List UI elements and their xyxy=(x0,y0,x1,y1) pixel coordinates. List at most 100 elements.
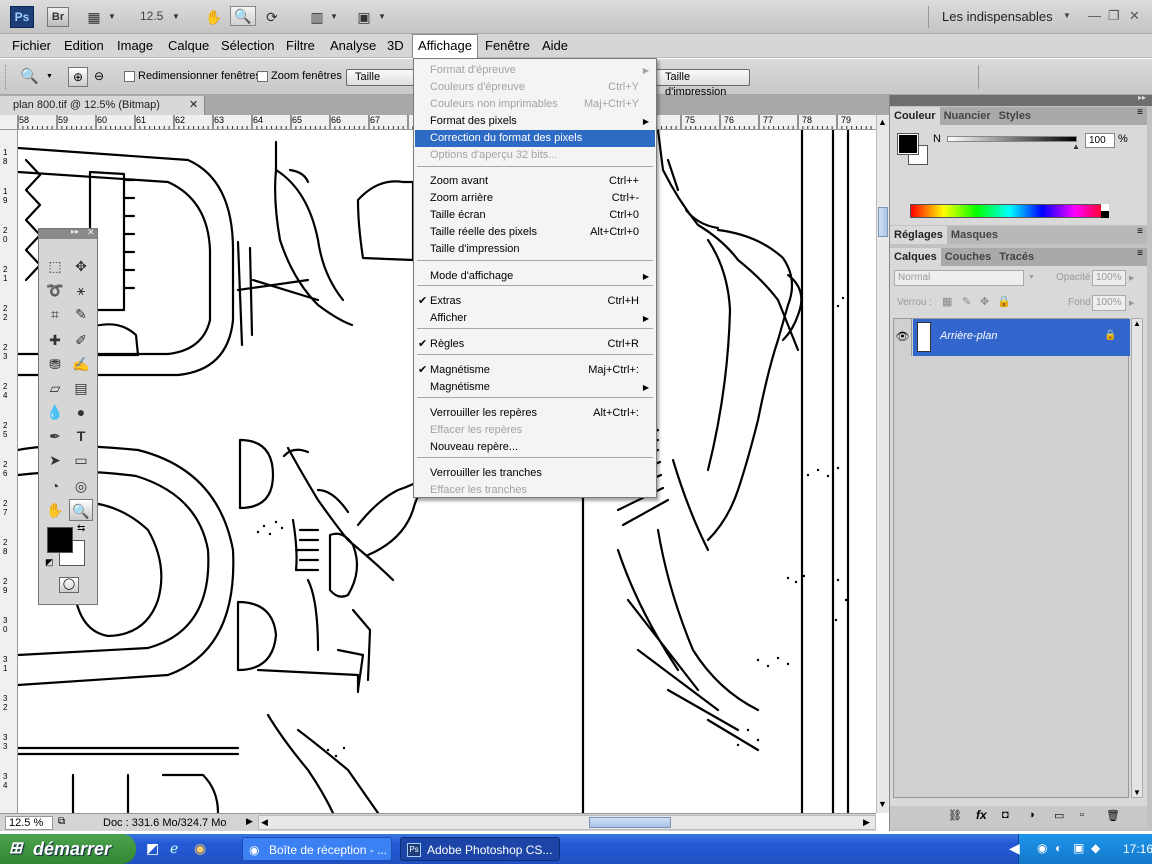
horizontal-scrollbar[interactable]: ◀ ▶ xyxy=(258,815,876,830)
slider-handle-icon[interactable]: ▲ xyxy=(1072,142,1080,151)
scroll-up-icon[interactable]: ▲ xyxy=(1133,319,1141,328)
resize-windows-option[interactable]: Redimensionner fenêtres xyxy=(124,70,261,82)
menu-item[interactable]: ✔ Magnétisme Maj+Ctrl+: xyxy=(415,362,655,379)
tab-couches[interactable]: Couches xyxy=(941,248,995,266)
fill-input[interactable]: 100% xyxy=(1092,295,1126,311)
eraser-tool-icon[interactable]: ▱ xyxy=(43,377,67,399)
type-tool-icon[interactable]: T xyxy=(69,425,93,447)
launch-bridge-button[interactable]: Br xyxy=(47,7,69,27)
workspace-switcher[interactable]: Les indispensables xyxy=(942,9,1053,24)
scroll-down-icon[interactable]: ▼ xyxy=(878,799,887,809)
layer-name[interactable]: Arrière-plan xyxy=(940,330,997,342)
menu-item[interactable]: Correction du format des pixels xyxy=(415,130,655,147)
adjustment-layer-icon[interactable]: ◑ xyxy=(1028,809,1035,821)
resize-windows-checkbox[interactable] xyxy=(124,70,135,82)
collapse-icon[interactable]: ▸▸ xyxy=(71,227,79,236)
scroll-up-icon[interactable]: ▲ xyxy=(878,117,887,127)
hand-tool-icon[interactable]: ✋ xyxy=(202,7,226,27)
add-mask-icon[interactable]: ◘ xyxy=(1002,809,1009,821)
lock-transparent-icon[interactable]: ▦ xyxy=(942,295,952,308)
new-layer-icon[interactable]: ▫ xyxy=(1080,809,1084,821)
marquee-tool-icon[interactable]: ⬚ xyxy=(43,255,67,277)
menu-calque[interactable]: Calque xyxy=(163,34,214,58)
menu-item[interactable]: Mode d'affichage ▶ xyxy=(415,268,655,285)
lock-position-icon[interactable]: ✥ xyxy=(980,295,989,308)
menu-item[interactable]: Taille écran Ctrl+0 xyxy=(415,207,655,224)
zoom-dropdown-icon[interactable]: ▼ xyxy=(170,7,182,27)
scroll-left-icon[interactable]: ◀ xyxy=(261,817,268,828)
restore-icon[interactable]: ❐ xyxy=(1108,8,1120,24)
show-desktop-icon[interactable]: ◩ xyxy=(146,840,159,857)
scroll-thumb[interactable] xyxy=(878,207,888,237)
gradient-tool-icon[interactable]: ▤ xyxy=(69,377,93,399)
menu-filtre[interactable]: Filtre xyxy=(281,34,320,58)
menu-image[interactable]: Image xyxy=(112,34,158,58)
lasso-tool-icon[interactable]: ➰ xyxy=(43,279,67,301)
new-group-icon[interactable]: ▭ xyxy=(1054,809,1064,822)
mail-icon[interactable]: ◉ xyxy=(194,840,206,857)
zoom-tool-preset-icon[interactable]: 🔍 xyxy=(20,67,39,85)
menu-item[interactable]: Verrouiller les repères Alt+Ctrl+: xyxy=(415,405,655,422)
zoom-windows-checkbox[interactable] xyxy=(257,70,268,82)
menu-item[interactable]: ✔ Règles Ctrl+R xyxy=(415,336,655,353)
scroll-right-icon[interactable]: ▶ xyxy=(863,817,870,828)
link-layers-icon[interactable]: ⛓ xyxy=(948,809,962,822)
print-size-button[interactable]: Taille d'impression xyxy=(656,69,750,98)
trash-icon[interactable]: 🗑 xyxy=(1106,809,1120,822)
status-info-icon[interactable]: ⧉ xyxy=(58,816,65,827)
menu-item[interactable]: Afficher ▶ xyxy=(415,310,655,327)
zoom-status-field[interactable]: 12.5 % xyxy=(5,816,53,830)
foreground-swatch[interactable] xyxy=(897,133,919,155)
color-spectrum[interactable] xyxy=(910,204,1109,218)
taskbar-photoshop-button[interactable]: Ps Adobe Photoshop CS... xyxy=(400,837,560,861)
chevron-right-icon[interactable]: ▶ xyxy=(1129,299,1134,307)
hand-tool-icon[interactable]: ✋ xyxy=(43,499,67,521)
collapse-icon[interactable]: ▸▸ xyxy=(1138,93,1146,102)
chevron-down-icon[interactable]: ▼ xyxy=(1028,274,1035,281)
arrange-documents-icon[interactable]: ▥ xyxy=(305,7,329,27)
menu-selection[interactable]: Sélection xyxy=(216,34,279,58)
document-tab[interactable]: plan 800.tif @ 12.5% (Bitmap) ✕ xyxy=(0,96,205,115)
view-extras-icon[interactable]: ▦ xyxy=(82,7,106,27)
menu-analyse[interactable]: Analyse xyxy=(325,34,381,58)
eyedropper-icon[interactable]: ✎ xyxy=(69,303,93,325)
status-menu-arrow-icon[interactable]: ▶ xyxy=(246,816,253,827)
tab-calques[interactable]: Calques xyxy=(890,248,941,266)
tray-icon-2[interactable]: ◐ xyxy=(1055,841,1062,855)
blur-tool-icon[interactable]: 💧 xyxy=(43,401,67,423)
menu-3d[interactable]: 3D xyxy=(382,34,409,58)
swap-colors-icon[interactable]: ⇆ xyxy=(77,523,85,534)
menu-item[interactable]: Effacer les repères xyxy=(415,422,655,439)
healing-brush-icon[interactable]: ✚ xyxy=(43,329,67,351)
menu-item[interactable]: Effacer les tranches xyxy=(415,482,655,499)
magic-wand-icon[interactable]: ⚹ xyxy=(69,279,93,301)
scroll-thumb[interactable] xyxy=(589,817,671,828)
move-tool-icon[interactable]: ✥ xyxy=(69,255,93,277)
default-colors-icon[interactable]: ◩ xyxy=(45,557,54,568)
tab-couleur[interactable]: Couleur xyxy=(890,107,940,125)
close-icon[interactable]: ✕ xyxy=(1129,8,1140,24)
layers-scrollbar[interactable]: ▲ ▼ xyxy=(1131,318,1143,798)
menu-aide[interactable]: Aide xyxy=(537,34,573,58)
chevron-down-icon[interactable]: ▼ xyxy=(1063,11,1071,20)
menu-item[interactable]: Couleurs d'épreuve Ctrl+Y xyxy=(415,79,655,96)
close-tab-icon[interactable]: ✕ xyxy=(189,96,198,115)
ie-icon[interactable]: ℯ xyxy=(170,840,178,857)
chevron-down-icon[interactable]: ▼ xyxy=(106,7,118,27)
brush-tool-icon[interactable]: ✐ xyxy=(69,329,93,351)
menu-edition[interactable]: Edition xyxy=(59,34,109,58)
zoom-tool-icon[interactable]: 🔍 xyxy=(69,499,93,521)
rotate-view-icon[interactable]: ⟳ xyxy=(260,7,284,27)
zoom-windows-option[interactable]: Zoom fenêtres xyxy=(257,70,342,82)
fx-icon[interactable]: fx xyxy=(976,808,987,822)
dodge-tool-icon[interactable]: ● xyxy=(69,401,93,423)
tools-header[interactable]: ▸▸ ✕ xyxy=(39,227,97,239)
panel-menu-icon[interactable]: ≡ xyxy=(1137,226,1143,237)
gray-slider[interactable] xyxy=(947,136,1077,142)
tab-styles[interactable]: Styles xyxy=(995,107,1035,125)
history-brush-icon[interactable]: ✍ xyxy=(69,353,93,375)
menu-item[interactable]: ✔ Extras Ctrl+H xyxy=(415,293,655,310)
lock-pixels-icon[interactable]: ✎ xyxy=(962,295,971,308)
tray-expand-icon[interactable]: ◀ xyxy=(1009,840,1020,857)
opacity-input[interactable]: 100% xyxy=(1092,270,1126,286)
